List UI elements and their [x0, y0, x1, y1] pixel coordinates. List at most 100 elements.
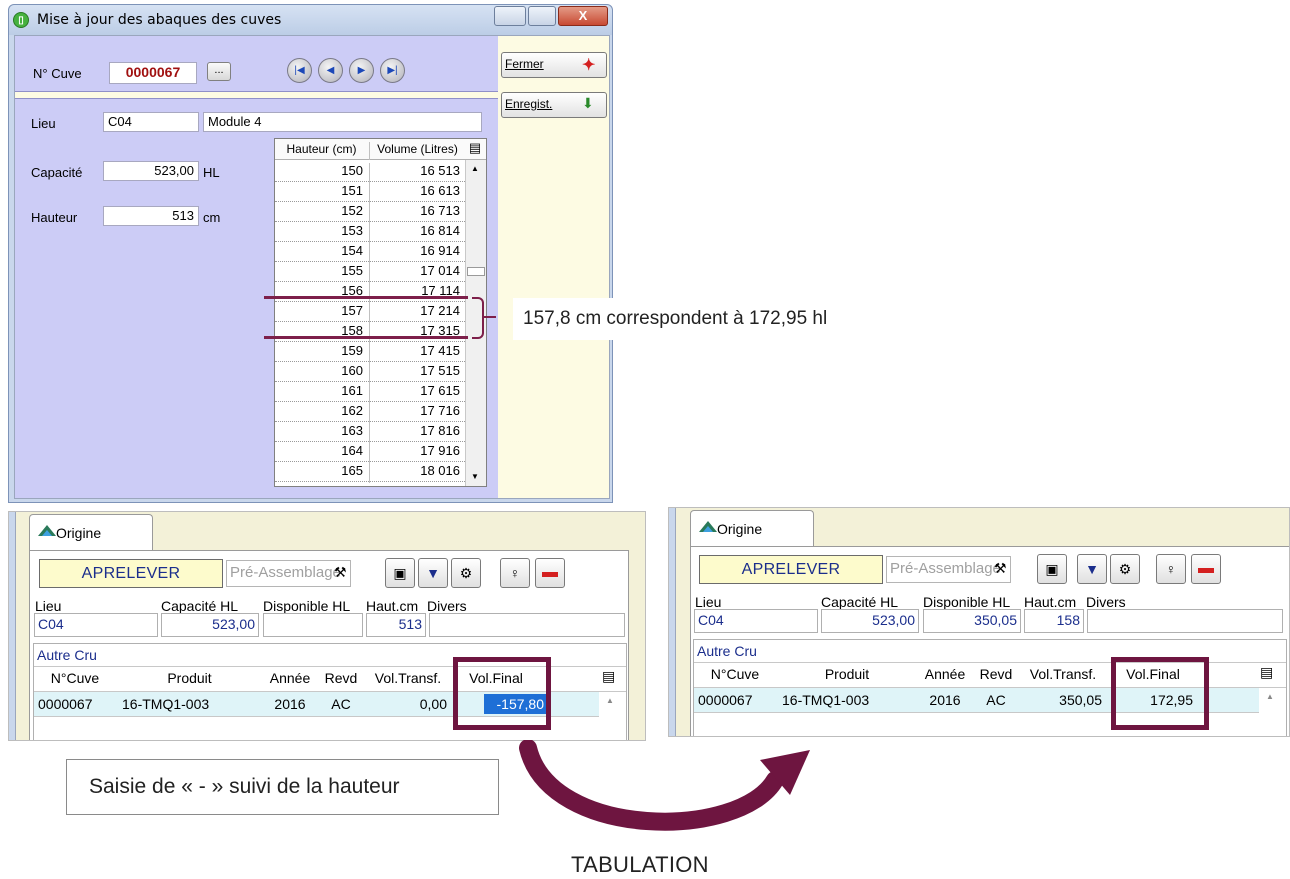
- disponible-field[interactable]: [263, 613, 363, 637]
- cell-produit: 16-TMQ1-003: [122, 696, 210, 712]
- tools-button[interactable]: ⚙: [1110, 554, 1140, 584]
- enregist-button[interactable]: Enregist. ⬇: [501, 92, 607, 118]
- nav-last-button[interactable]: ▶|: [380, 58, 405, 83]
- filter-button[interactable]: ▼: [1077, 554, 1107, 584]
- table-row[interactable]: 157 17 214: [275, 301, 465, 323]
- table-row[interactable]: 151 16 613: [275, 181, 465, 203]
- table-row[interactable]: 155 17 014: [275, 261, 465, 283]
- highlight-line-bottom: [264, 336, 468, 339]
- close-button[interactable]: X: [558, 6, 608, 26]
- table-row[interactable]: 161 17 615: [275, 381, 465, 403]
- tools-button[interactable]: ⚙: [451, 558, 481, 588]
- scroll-thumb[interactable]: [467, 267, 485, 276]
- autre-cru-label: Autre Cru: [37, 647, 97, 663]
- table-row[interactable]: 162 17 716: [275, 401, 465, 423]
- filter-icon: ▼: [1085, 561, 1099, 577]
- table-row[interactable]: 154 16 914: [275, 241, 465, 263]
- wand-icon[interactable]: ⚒: [994, 560, 1007, 577]
- col-annee[interactable]: Année: [918, 666, 972, 682]
- capacite-field[interactable]: 523,00: [821, 609, 919, 633]
- cell-hauteur: 163: [341, 423, 363, 438]
- preassemblage-field[interactable]: Pré-Assemblage: [226, 560, 351, 587]
- table-row[interactable]: 152 16 713: [275, 201, 465, 223]
- filter-button[interactable]: ▼: [418, 558, 448, 588]
- wand-icon[interactable]: ⚒: [334, 564, 347, 581]
- fermer-button[interactable]: Fermer ✦: [501, 52, 607, 78]
- column-settings-icon[interactable]: ▤: [467, 140, 483, 156]
- scroll-down-icon[interactable]: ▼: [471, 472, 479, 481]
- remove-button[interactable]: [1191, 554, 1221, 584]
- haut-field[interactable]: 513: [366, 613, 426, 637]
- lieu-field[interactable]: C04: [34, 613, 158, 637]
- cell-hauteur: 155: [341, 263, 363, 278]
- disponible-header: Disponible HL: [923, 594, 1011, 610]
- hint-button[interactable]: ♀: [500, 558, 530, 588]
- table-row[interactable]: 163 17 816: [275, 421, 465, 443]
- disponible-field[interactable]: 350,05: [923, 609, 1021, 633]
- lieu-header: Lieu: [695, 594, 722, 610]
- cuve-number-field[interactable]: 0000067: [109, 62, 197, 84]
- nav-next-button[interactable]: ▶: [349, 58, 374, 83]
- table-row[interactable]: 165 18 016: [275, 461, 465, 483]
- divers-header: Divers: [427, 598, 467, 614]
- copy-icon: ▣: [393, 565, 407, 581]
- col-voltransf[interactable]: Vol.Transf.: [365, 670, 451, 686]
- maximize-button[interactable]: [528, 6, 556, 26]
- fermer-label: Fermer: [505, 57, 544, 71]
- cell-volume: 16 914: [369, 243, 465, 263]
- haut-field[interactable]: 158: [1024, 609, 1084, 633]
- cell-volume: 16 713: [369, 203, 465, 223]
- cell-ncuve: 0000067: [698, 692, 753, 708]
- cell-volume: 17 214: [369, 303, 465, 323]
- scroll-up-icon[interactable]: ▲: [471, 164, 479, 173]
- col-volume-header[interactable]: Volume (Litres): [369, 142, 465, 160]
- col-voltransf[interactable]: Vol.Transf.: [1020, 666, 1106, 682]
- col-produit[interactable]: Produit: [117, 670, 262, 686]
- conversion-note: 157,8 cm correspondent à 172,95 hl: [513, 298, 923, 340]
- lieu-field[interactable]: C04: [694, 609, 818, 633]
- table-row[interactable]: 159 17 415: [275, 341, 465, 363]
- capacite-header: Capacité HL: [161, 598, 239, 614]
- col-revd[interactable]: Revd: [973, 666, 1019, 682]
- col-hauteur-header[interactable]: Hauteur (cm): [275, 142, 368, 156]
- table-row[interactable]: 153 16 814: [275, 221, 465, 243]
- capacite-field[interactable]: 523,00: [161, 613, 259, 637]
- column-settings-icon[interactable]: ▤: [602, 668, 615, 685]
- copy-button[interactable]: ▣: [385, 558, 415, 588]
- lieu-name-field[interactable]: Module 4: [203, 112, 482, 132]
- capacite-header: Capacité HL: [821, 594, 899, 610]
- table-row[interactable]: 160 17 515: [275, 361, 465, 383]
- column-settings-icon[interactable]: ▤: [1260, 664, 1273, 681]
- capacite-field[interactable]: 523,00: [103, 161, 199, 181]
- cuve-browse-button[interactable]: ...: [207, 62, 231, 81]
- tab-origine[interactable]: Origine: [690, 510, 814, 546]
- col-annee[interactable]: Année: [263, 670, 317, 686]
- col-ncuve[interactable]: N°Cuve: [34, 670, 116, 686]
- remove-button[interactable]: [535, 558, 565, 588]
- scroll-up-icon[interactable]: ▲: [1266, 692, 1274, 701]
- abaque-table[interactable]: Hauteur (cm) Volume (Litres) ▤ 150 16 513…: [274, 138, 487, 487]
- preassemblage-field[interactable]: Pré-Assemblage: [886, 556, 1011, 583]
- hauteur-field[interactable]: 513: [103, 206, 199, 226]
- table-row[interactable]: 150 16 513: [275, 161, 465, 183]
- cell-volume: 16 814: [369, 223, 465, 243]
- col-produit[interactable]: Produit: [777, 666, 917, 682]
- copy-button[interactable]: ▣: [1037, 554, 1067, 584]
- hint-button[interactable]: ♀: [1156, 554, 1186, 584]
- cell-volume: 17 014: [369, 263, 465, 283]
- table-row[interactable]: 164 17 916: [275, 441, 465, 463]
- scroll-up-icon[interactable]: ▲: [606, 696, 614, 705]
- minimize-button[interactable]: [494, 6, 526, 26]
- tab-origine[interactable]: Origine: [29, 514, 153, 550]
- aprelever-field[interactable]: APRELEVER: [39, 559, 223, 588]
- col-revd[interactable]: Revd: [318, 670, 364, 686]
- autre-cru-label: Autre Cru: [697, 643, 757, 659]
- col-ncuve[interactable]: N°Cuve: [694, 666, 776, 682]
- aprelever-field[interactable]: APRELEVER: [699, 555, 883, 584]
- divers-field[interactable]: [429, 613, 625, 637]
- lieu-code-field[interactable]: C04: [103, 112, 199, 132]
- nav-first-button[interactable]: |◀: [287, 58, 312, 83]
- divers-field[interactable]: [1087, 609, 1283, 633]
- nav-prev-button[interactable]: ◀: [318, 58, 343, 83]
- enregist-label: Enregist.: [505, 97, 553, 111]
